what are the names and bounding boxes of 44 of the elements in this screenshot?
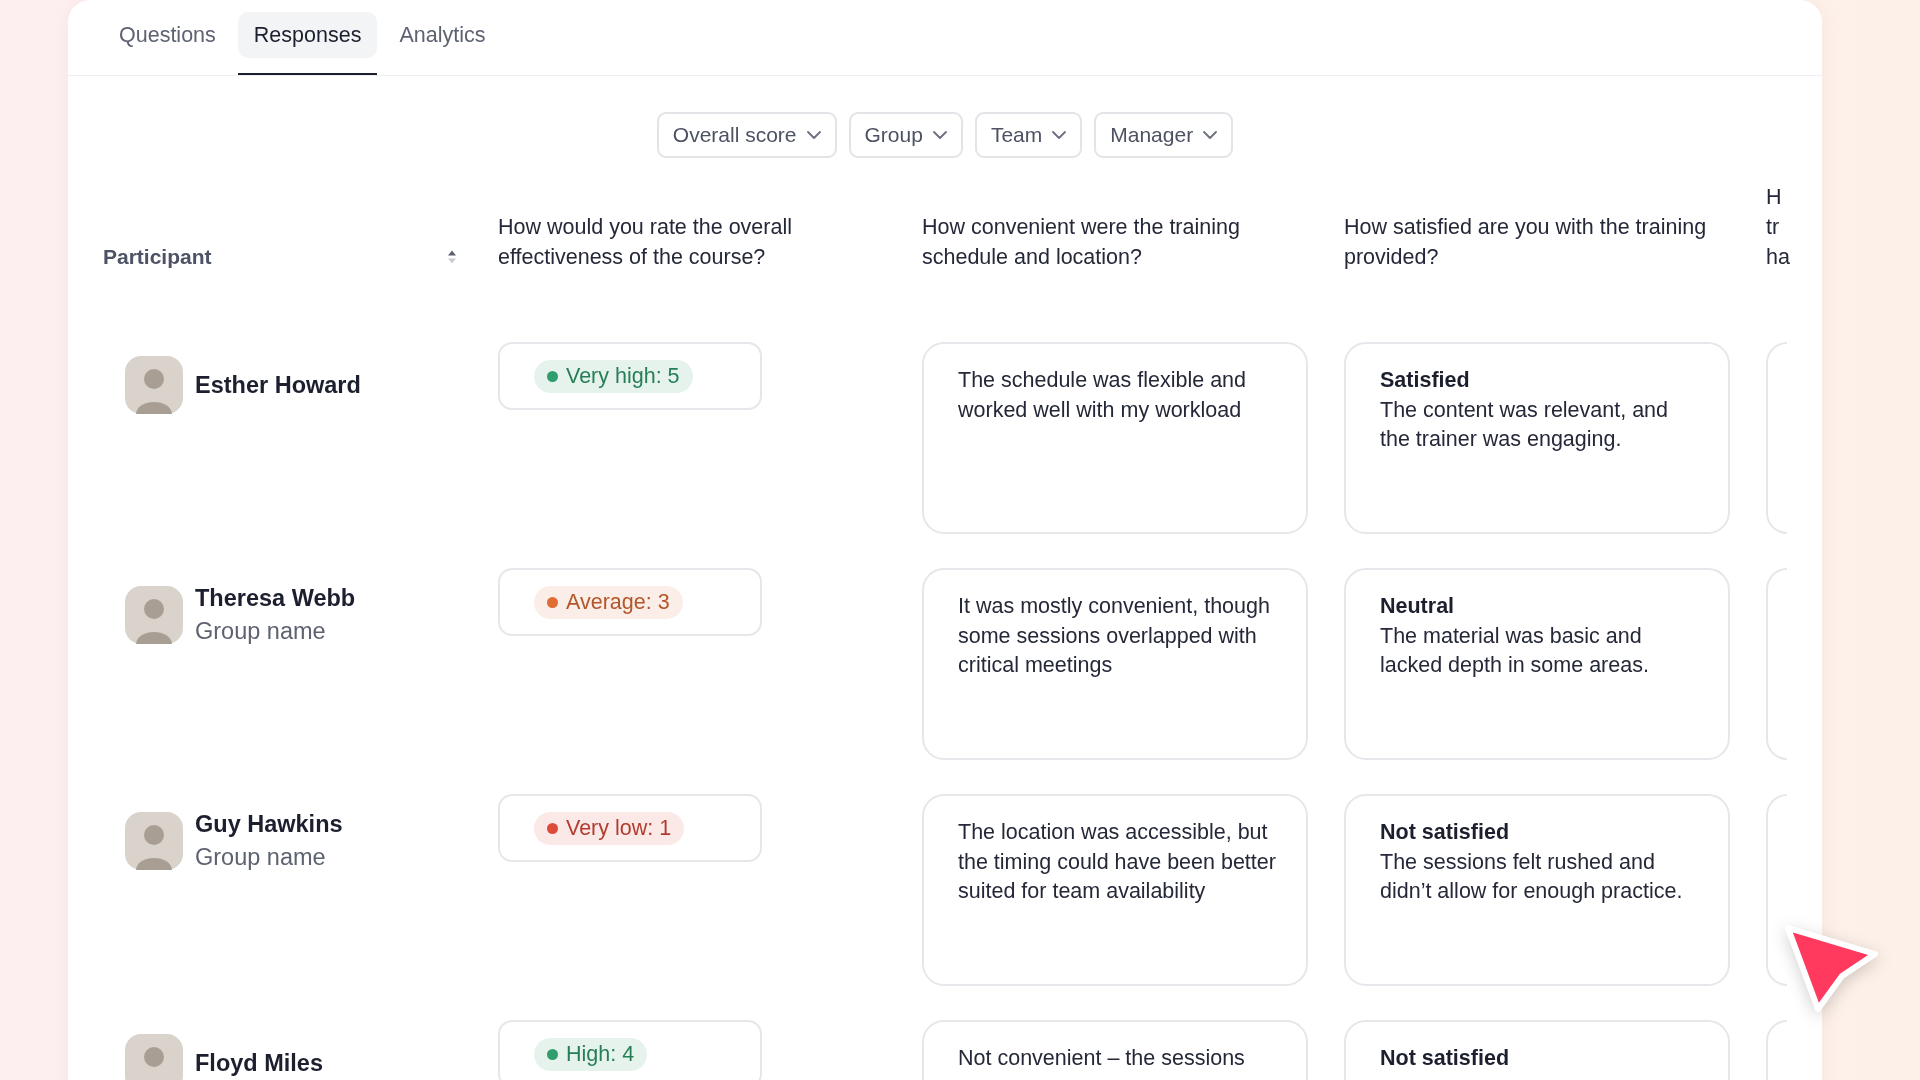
tab[interactable]: Analytics — [383, 12, 502, 58]
tab[interactable]: Questions — [103, 12, 232, 58]
column-header: Participant — [103, 244, 212, 271]
avatar-icon — [125, 356, 183, 415]
response-text: The location was accessible, but the timing could have been better suited for team availability — [958, 819, 1277, 906]
chevron-down-icon — [932, 131, 947, 140]
filter-dropdown[interactable]: Group — [848, 112, 963, 159]
response-text: Not convenient – the sessions — [958, 1045, 1245, 1073]
column-header: ha — [1766, 244, 1790, 272]
filter-dropdown[interactable]: Manager — [1094, 112, 1234, 159]
chevron-down-icon — [1052, 131, 1067, 140]
group-name: Group name — [195, 843, 327, 873]
chevron-down-icon — [806, 131, 821, 140]
response-text: The sessions felt rushed and didn’t allow for enough practice. — [1380, 848, 1684, 906]
response-text: It was mostly convenient, though some sessions overlapped with critical meetings — [958, 593, 1271, 680]
chevron-down-icon — [1203, 131, 1218, 140]
tab[interactable]: Responses — [237, 12, 378, 58]
group-name: Group name — [195, 617, 327, 647]
participant-name: Theresa Webb — [195, 584, 356, 614]
filter-dropdown[interactable]: Team — [974, 112, 1083, 159]
sort-icon[interactable] — [447, 249, 457, 266]
rating-title: Satisfied — [1380, 367, 1470, 395]
filter-dropdown[interactable]: Overall score — [656, 112, 837, 159]
rating-title: Not satisfied — [1380, 1045, 1510, 1073]
avatar-icon — [125, 1034, 183, 1080]
response-text: The material was basic and lacked depth in some areas. — [1380, 622, 1650, 680]
column-header: H — [1766, 184, 1782, 212]
rating-title: Neutral — [1380, 593, 1455, 621]
score-label: Very high: 5 — [566, 363, 680, 389]
avatar-icon — [125, 812, 183, 871]
rating-title: Not satisfied — [1380, 819, 1510, 847]
score-label: High: 4 — [566, 1041, 635, 1067]
avatar-icon — [125, 586, 183, 645]
score-label: Average: 3 — [566, 589, 670, 615]
column-header: How convenient were the training schedule and location? — [922, 214, 1241, 272]
participant-name: Guy Hawkins — [195, 810, 343, 840]
participant-name: Floyd Miles — [195, 1048, 323, 1078]
response-text: The schedule was flexible and worked well with my workload — [958, 367, 1248, 424]
column-header: How satisfied are you with the training provided? — [1344, 214, 1708, 272]
score-label: Very low: 1 — [566, 815, 672, 841]
participant-name: Esther Howard — [195, 370, 361, 400]
response-text: The content was relevant, and the trainer was engaging. — [1380, 396, 1670, 454]
column-header: tr — [1766, 214, 1780, 242]
column-header: How would you rate the overall effectiveness of the course? — [498, 214, 793, 272]
